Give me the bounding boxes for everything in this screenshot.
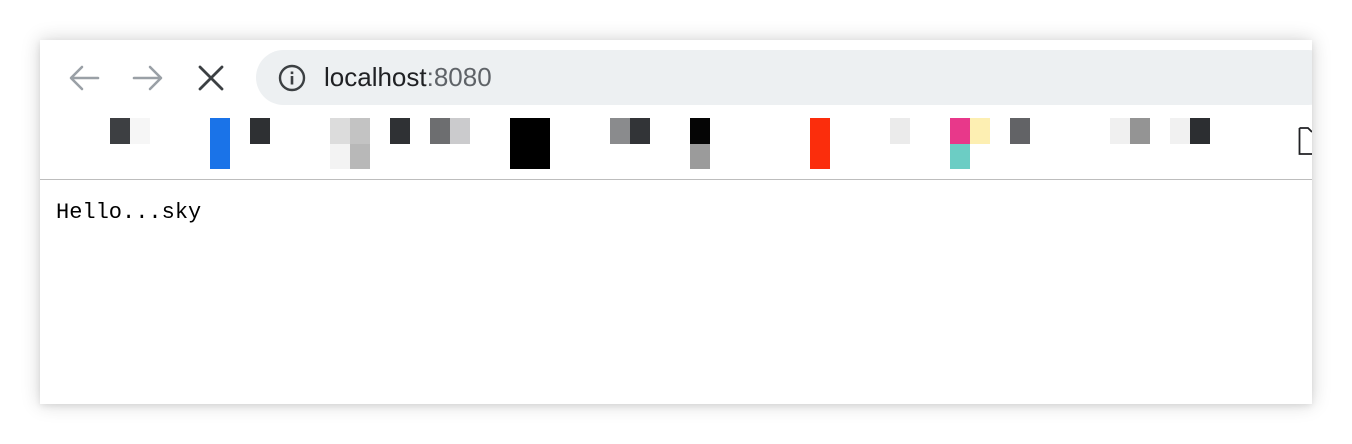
bookmark-item-4[interactable] [390,118,410,170]
bookmark-item-2[interactable] [210,118,270,170]
page-body-text: Hello...sky [56,200,202,225]
bookmark-item-10[interactable] [890,118,910,170]
bookmark-item-7[interactable] [610,118,650,170]
bookmark-item-6[interactable] [510,118,550,170]
bookmark-item-11[interactable] [950,118,990,170]
bookmark-item-3[interactable] [330,118,370,170]
bookmark-item-9[interactable] [810,118,830,170]
arrow-right-icon [132,65,163,91]
address-url[interactable]: localhost:8080 [324,62,492,92]
url-host: localhost [324,62,427,92]
forward-button[interactable] [124,60,172,96]
bookmarks-bar [40,118,1312,170]
bookmarks-overflow-button[interactable] [1298,126,1312,156]
bookmark-item-5[interactable] [430,118,470,170]
page-content: Hello...sky [40,180,1312,404]
bookmark-item-8[interactable] [690,118,710,170]
bookmark-item-14[interactable] [1170,118,1210,170]
url-port: :8080 [426,62,492,92]
bookmark-item-1[interactable] [110,118,150,170]
browser-window: localhost:8080 Hello...sky [40,40,1312,404]
arrow-left-icon [69,65,100,91]
browser-toolbar: localhost:8080 [40,40,1312,180]
page-icon [1298,127,1312,155]
close-icon [198,65,224,91]
bookmark-item-13[interactable] [1110,118,1150,170]
info-circle-icon[interactable] [278,64,306,92]
back-button[interactable] [60,60,108,96]
stop-button[interactable] [187,60,235,96]
bookmark-item-12[interactable] [1010,118,1030,170]
address-bar[interactable]: localhost:8080 [256,50,1312,105]
